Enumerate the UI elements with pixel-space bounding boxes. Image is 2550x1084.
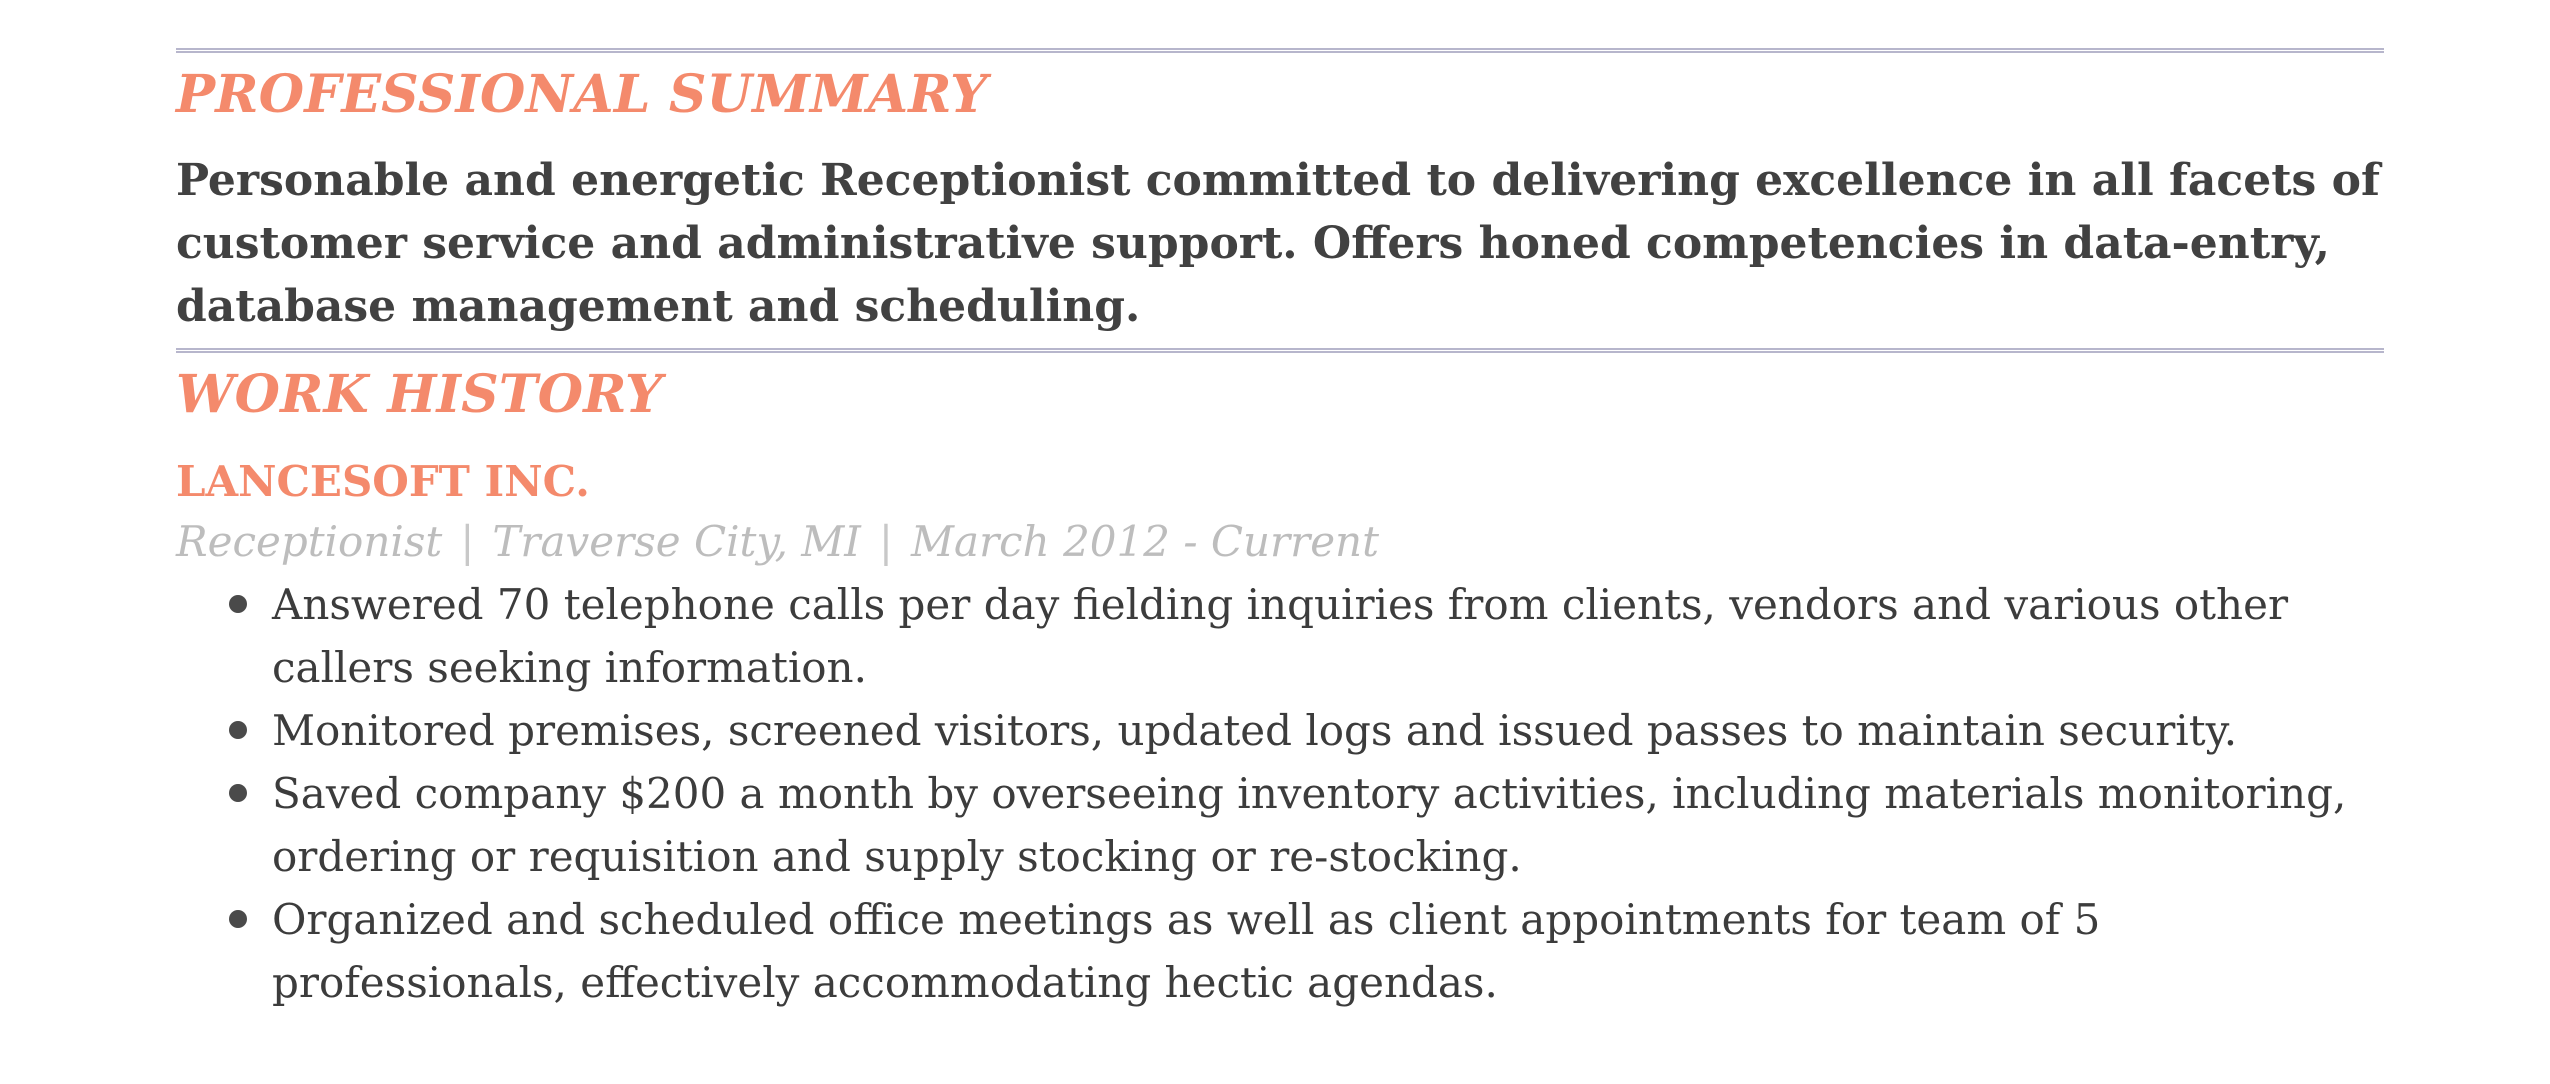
- section-divider: [176, 348, 2384, 353]
- job-bullet-text: Monitored premises, screened visitors, u…: [272, 706, 2238, 755]
- job-meta: Receptionist | Traverse City, MI | March 201…: [176, 511, 2384, 573]
- bullet-icon: [229, 784, 247, 802]
- bullet-icon: [229, 910, 247, 928]
- company-name: LANCESOFT INC.: [176, 457, 590, 506]
- meta-separator: |: [460, 517, 475, 566]
- professional-summary-section: PROFESSIONAL SUMMARY Personable and ener…: [176, 65, 2384, 338]
- job-title: Receptionist: [176, 517, 443, 566]
- job-bullet-text: Saved company $200 a month by overseeing…: [272, 769, 2347, 881]
- professional-summary-text: Personable and energetic Receptionist co…: [176, 155, 2380, 332]
- work-history-heading: WORK HISTORY: [176, 364, 663, 425]
- job-bullet-list: Answered 70 telephone calls per day fiel…: [176, 573, 2384, 1014]
- section-divider: [176, 48, 2384, 53]
- job-dates: March 2012 - Current: [911, 517, 1379, 566]
- bullet-icon: [229, 595, 247, 613]
- job-bullet: Monitored premises, screened visitors, u…: [176, 699, 2384, 762]
- bullet-icon: [229, 721, 247, 739]
- job-bullet: Organized and scheduled office meetings …: [176, 888, 2384, 1014]
- job-bullet: Answered 70 telephone calls per day fiel…: [176, 573, 2384, 699]
- job-bullet: Saved company $200 a month by overseeing…: [176, 762, 2384, 888]
- job-bullet-text: Organized and scheduled office meetings …: [272, 895, 2101, 1007]
- job-entry: LANCESOFT INC. Receptionist | Traverse Cit…: [176, 455, 2384, 1014]
- job-bullet-text: Answered 70 telephone calls per day fiel…: [272, 580, 2289, 692]
- meta-separator: |: [878, 517, 894, 566]
- professional-summary-heading: PROFESSIONAL SUMMARY: [176, 64, 988, 125]
- work-history-section: WORK HISTORY LANCESOFT INC. Receptionist…: [176, 365, 2384, 1014]
- job-location: Traverse City, MI: [492, 517, 861, 566]
- resume-page: PROFESSIONAL SUMMARY Personable and ener…: [176, 48, 2384, 1014]
